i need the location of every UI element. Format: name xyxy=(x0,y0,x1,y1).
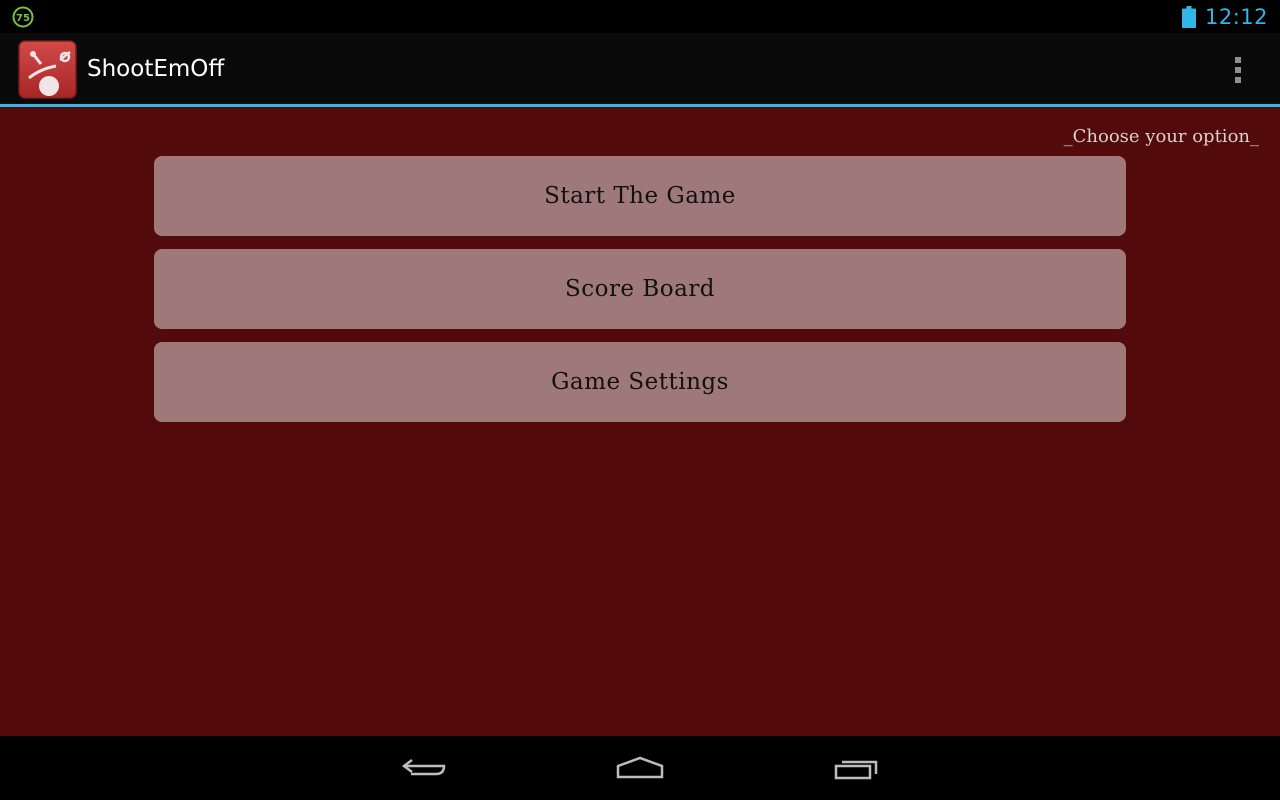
status-right: 12:12 xyxy=(1181,0,1268,33)
overflow-dot xyxy=(1235,67,1241,73)
overflow-dot xyxy=(1235,77,1241,83)
battery-icon xyxy=(1181,5,1196,28)
back-icon[interactable] xyxy=(398,752,450,786)
choose-option-hint: _Choose your option_ xyxy=(1063,126,1259,147)
app-logo-icon[interactable] xyxy=(18,40,77,99)
recents-icon[interactable] xyxy=(832,752,884,786)
main-content: _Choose your option_ Start The Game Scor… xyxy=(0,107,1280,736)
notification-badge-text: 75 xyxy=(16,13,30,24)
start-game-button[interactable]: Start The Game xyxy=(154,156,1126,236)
notification-75-icon: 75 xyxy=(11,6,35,28)
overflow-menu-icon[interactable] xyxy=(1222,50,1254,90)
clock: 12:12 xyxy=(1204,4,1268,29)
game-settings-button[interactable]: Game Settings xyxy=(154,342,1126,422)
status-bar: 75 12:12 xyxy=(0,0,1280,33)
app-title: ShootEmOff xyxy=(87,56,225,82)
home-icon[interactable] xyxy=(614,752,666,786)
overflow-dot xyxy=(1235,57,1241,63)
navigation-bar xyxy=(0,736,1280,800)
score-board-button[interactable]: Score Board xyxy=(154,249,1126,329)
